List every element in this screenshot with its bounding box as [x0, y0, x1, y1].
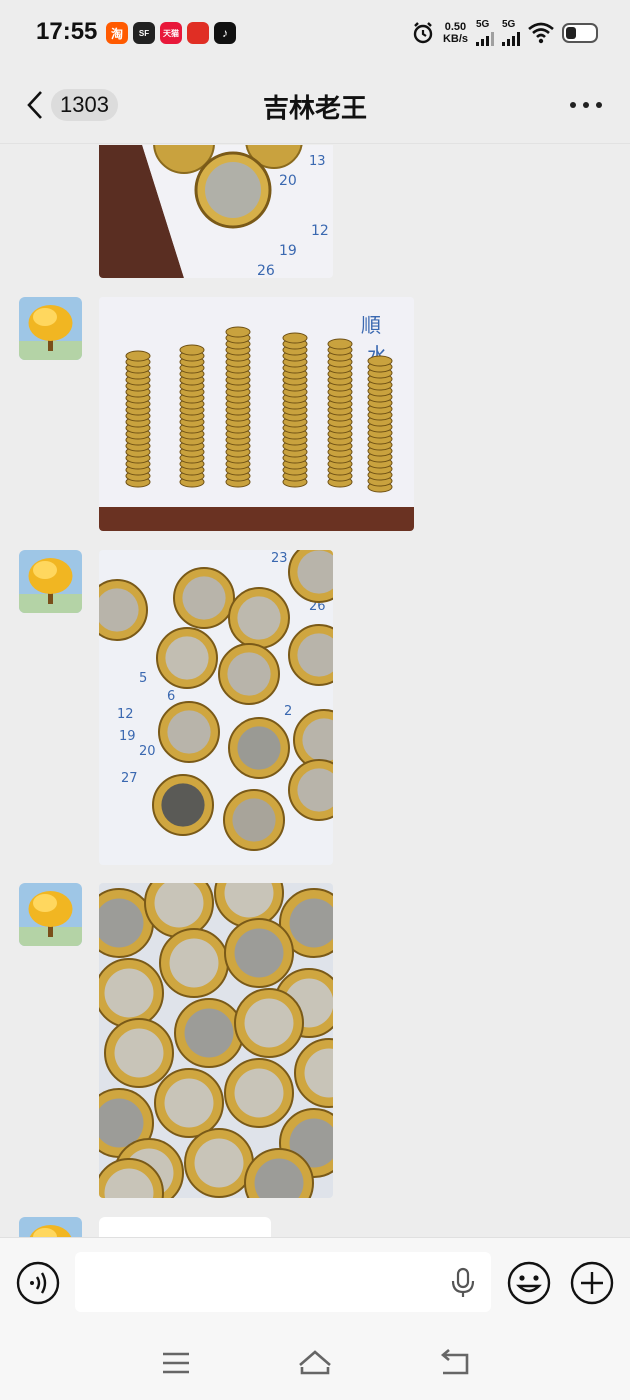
svg-text:2: 2 — [284, 704, 292, 719]
more-actions-button[interactable] — [569, 1260, 615, 1306]
svg-text:19: 19 — [119, 729, 136, 744]
alarm-icon — [413, 22, 433, 44]
coin-face-shape — [182, 576, 226, 620]
more-options-button[interactable] — [570, 92, 602, 118]
home-button[interactable] — [297, 1347, 333, 1379]
coin-face-shape — [161, 783, 205, 827]
coin-stack-shape — [282, 332, 308, 344]
coin-stacks-image: 順 水 — [99, 297, 414, 531]
coins-on-calendar-image: 13 20 12 19 26 — [99, 145, 333, 278]
coin-stack-shape — [327, 338, 353, 350]
coin-face-shape — [234, 928, 284, 978]
home-icon — [299, 1350, 331, 1375]
svg-text:12: 12 — [117, 707, 134, 722]
svg-text:5: 5 — [139, 671, 147, 686]
more-dots-icon — [570, 102, 602, 108]
network-speed-value: 0.50 — [444, 21, 467, 33]
sf-express-icon: SF — [133, 22, 155, 44]
microphone-icon — [451, 1267, 475, 1297]
battery-icon — [562, 23, 598, 43]
signal-label-1: 5G — [476, 19, 490, 30]
golden-tree-avatar-icon — [19, 1217, 82, 1237]
message-image-4[interactable] — [99, 883, 333, 1198]
douyin-icon: ♪ — [214, 22, 236, 44]
network-speed-unit: KB/s — [442, 33, 468, 45]
svg-text:27: 27 — [121, 771, 138, 786]
avatar-contact[interactable] — [19, 297, 82, 360]
chat-title: 吉林老王 — [262, 93, 367, 123]
coin-face-shape — [234, 1068, 284, 1118]
status-bar: 17:55 淘 SF 天猫 ♪ 0.50 KB/s 5G 5G — [0, 0, 630, 66]
signal-5g-2: 5G — [502, 20, 520, 46]
coin-face-shape — [227, 652, 271, 696]
coin-face-shape — [184, 1008, 234, 1058]
coin-stack-shape — [179, 344, 205, 356]
svg-text:23: 23 — [271, 551, 288, 566]
coin-stack-shape — [367, 355, 393, 367]
coin-stack-shape — [225, 326, 251, 338]
svg-text:20: 20 — [279, 173, 297, 189]
message-text-input[interactable] — [75, 1252, 491, 1312]
signal-5g-1: 5G — [476, 20, 494, 46]
coin-pile-image — [99, 883, 333, 1198]
coin-face-shape — [164, 1078, 214, 1128]
coin-face-shape — [237, 596, 281, 640]
taobao-icon: 淘 — [106, 22, 128, 44]
avatar-contact[interactable] — [19, 550, 82, 613]
emoji-button[interactable] — [506, 1260, 552, 1306]
menu-icon — [163, 1352, 189, 1374]
system-navigation-bar — [0, 1329, 630, 1400]
message-image-2[interactable]: 順 水 — [99, 297, 414, 531]
coins-spread-image: 5612 192027 21023 2526 — [99, 550, 333, 865]
plus-icon — [570, 1261, 614, 1305]
coin-face-shape — [194, 1138, 244, 1188]
back-nav-button[interactable] — [436, 1347, 472, 1379]
coin-face-shape — [114, 1028, 164, 1078]
signal-bars-icon — [502, 32, 520, 46]
svg-text:6: 6 — [167, 689, 175, 704]
wifi-icon — [528, 22, 554, 44]
message-image-3[interactable]: 5612 192027 21023 2526 — [99, 550, 333, 865]
coin-stack-shape — [125, 350, 151, 362]
voice-mode-icon — [16, 1261, 60, 1305]
chat-header: 1303 吉林老王 — [0, 66, 630, 144]
svg-text:19: 19 — [279, 243, 297, 259]
menu-button[interactable] — [158, 1347, 194, 1379]
coin-face-shape — [232, 798, 276, 842]
svg-text:20: 20 — [139, 744, 156, 759]
golden-tree-avatar-icon — [19, 883, 82, 946]
coin-face-shape — [237, 726, 281, 770]
coin-face-shape — [104, 968, 154, 1018]
microphone-button[interactable] — [450, 1267, 476, 1304]
status-time: 17:55 — [36, 18, 98, 45]
signal-label-2: 5G — [502, 19, 516, 30]
svg-text:13: 13 — [309, 154, 326, 169]
svg-text:順: 順 — [361, 313, 381, 337]
svg-text:26: 26 — [257, 263, 275, 278]
avatar-contact[interactable] — [19, 1217, 82, 1237]
avatar-contact[interactable] — [19, 883, 82, 946]
tmall-icon: 天猫 — [160, 22, 182, 44]
coin-face-shape — [244, 998, 294, 1048]
back-nav-icon — [440, 1349, 469, 1375]
chat-message-list[interactable]: 13 20 12 19 26 順 水 5 6 12 19 20 27 2 23 … — [0, 145, 630, 1237]
coin-face-shape — [169, 938, 219, 988]
coin-face-shape — [167, 710, 211, 754]
voice-mode-button[interactable] — [15, 1260, 61, 1306]
pinduoduo-icon — [187, 22, 209, 44]
emoji-icon — [507, 1261, 551, 1305]
golden-tree-avatar-icon — [19, 550, 82, 613]
coin-face-shape — [165, 636, 209, 680]
message-image-1[interactable]: 13 20 12 19 26 — [99, 145, 333, 278]
message-input-bar — [0, 1237, 630, 1329]
signal-bars-icon — [476, 32, 494, 46]
golden-tree-avatar-icon — [19, 297, 82, 360]
network-speed: 0.50 KB/s — [443, 21, 468, 45]
svg-text:12: 12 — [311, 223, 329, 239]
message-text-bubble[interactable] — [99, 1217, 271, 1237]
